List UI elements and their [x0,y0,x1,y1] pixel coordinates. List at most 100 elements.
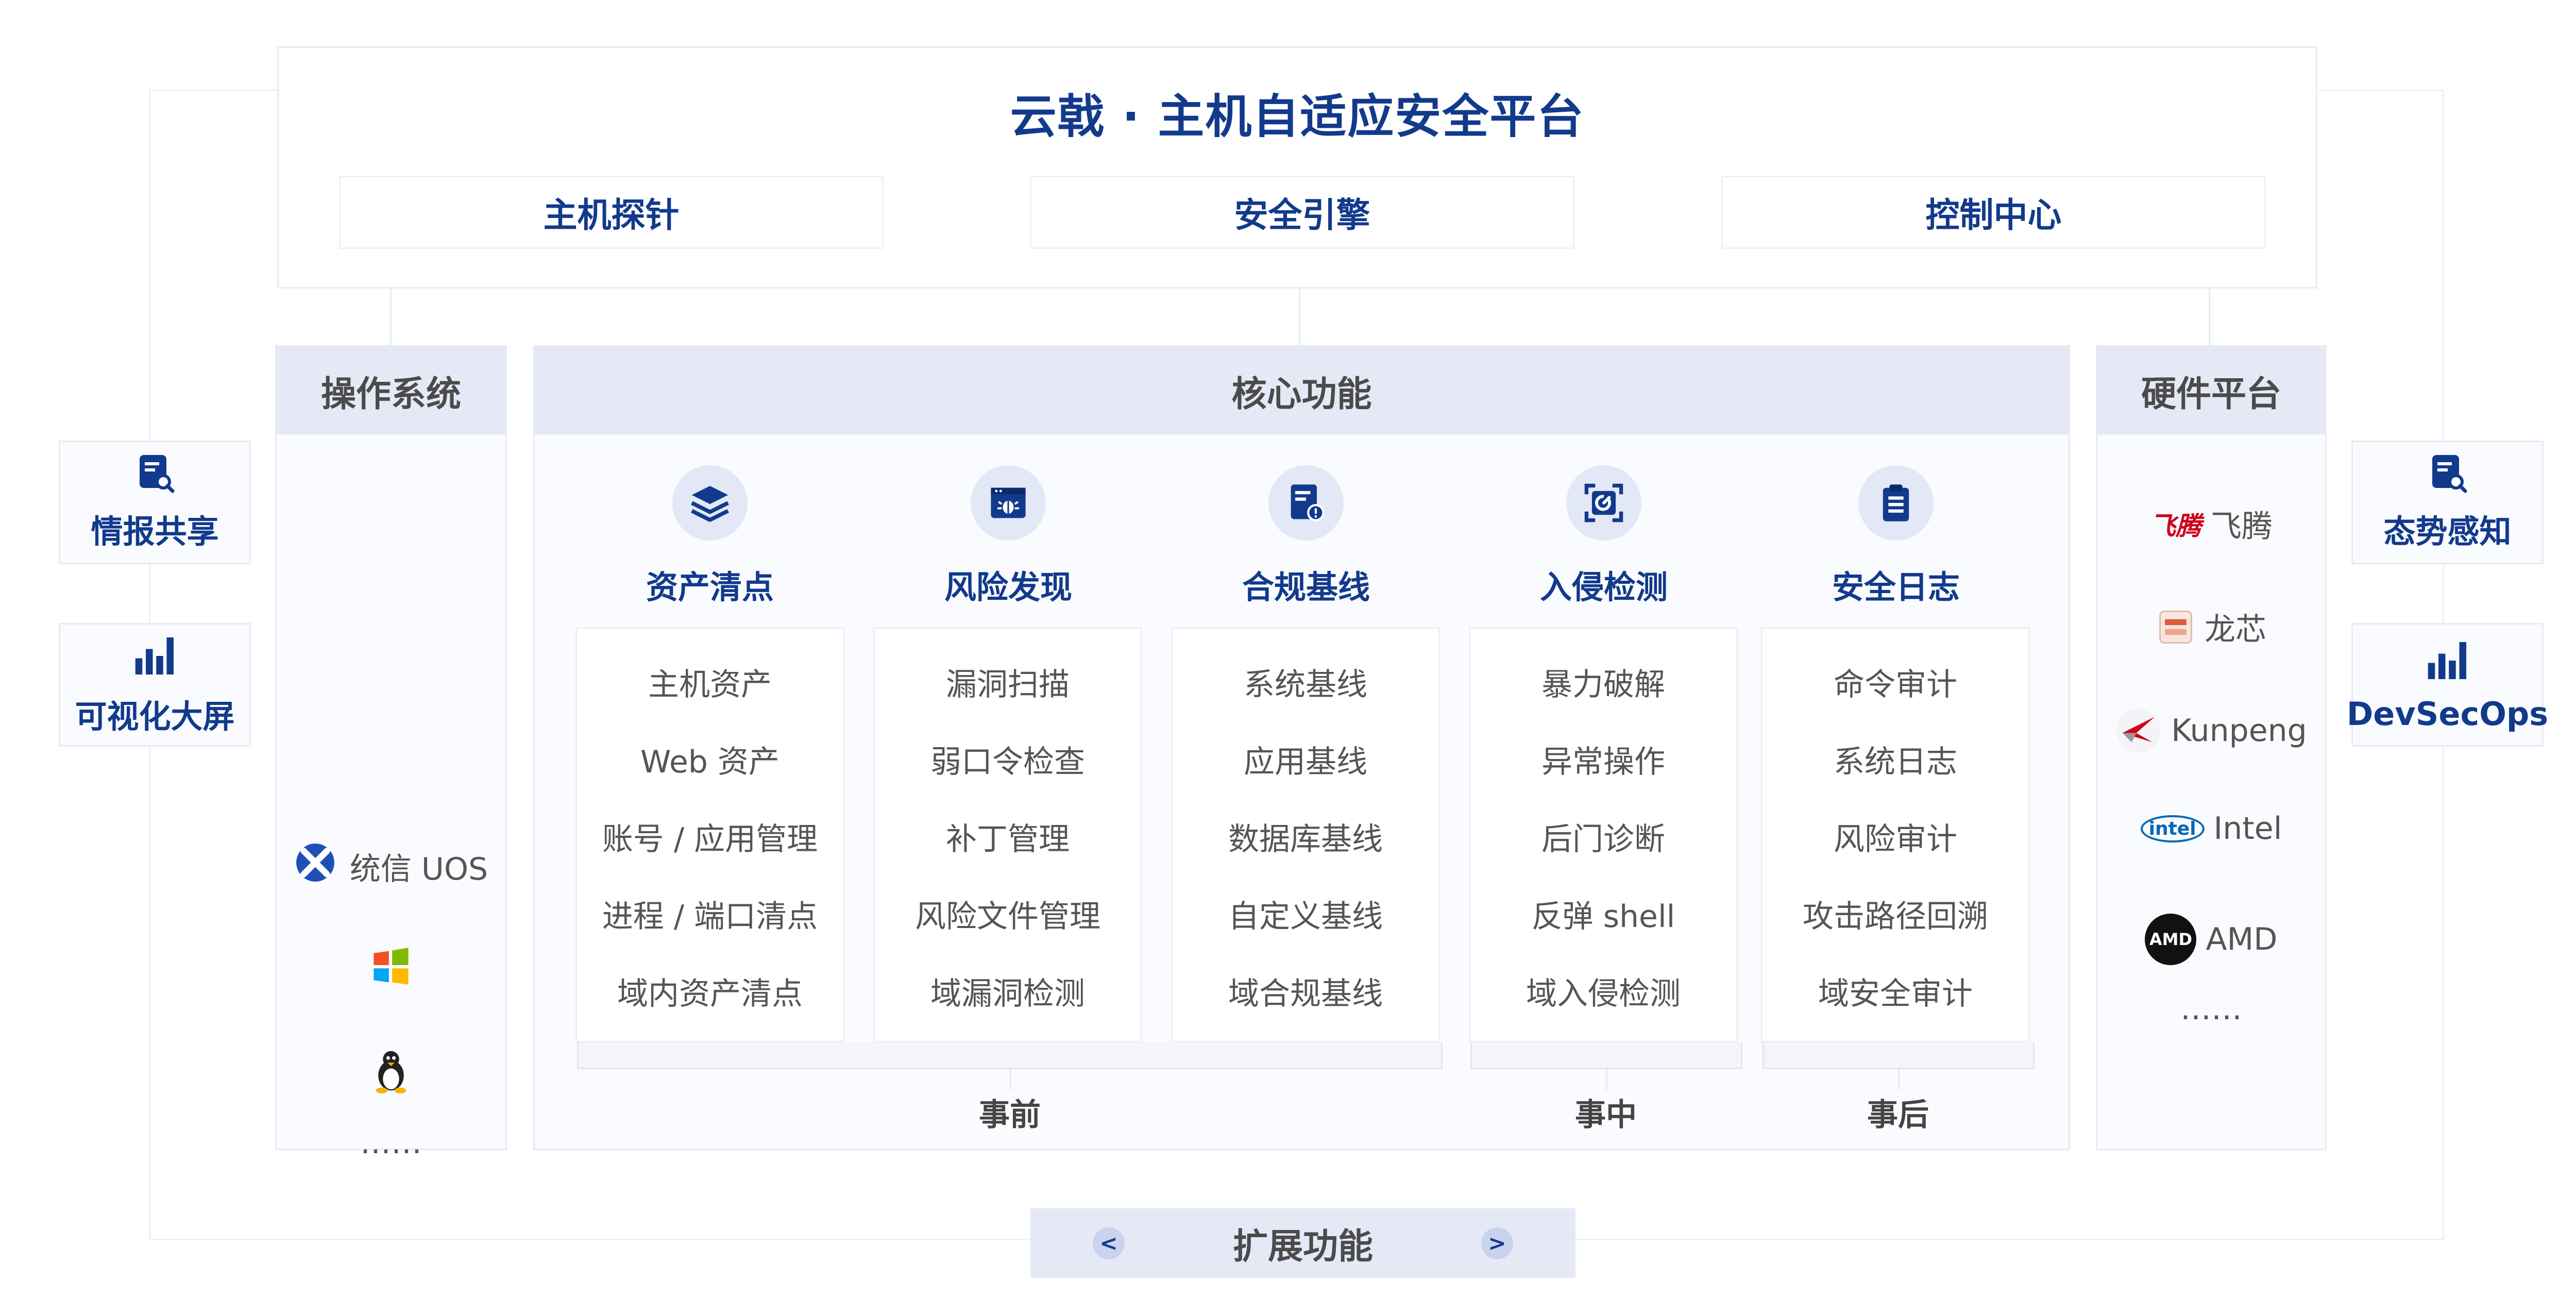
feature-item: 异常操作 [1541,744,1665,780]
feature-title: 入侵检测 [1539,568,1668,606]
feature-asset-inventory: 资产清点 [576,465,844,620]
amd-logo-icon: AMD [2145,914,2197,965]
side-visual-screen: 可视化大屏 [59,623,251,747]
side-situation-awareness: 态势感知 [2351,441,2544,564]
side-label: 情报共享 [91,513,219,550]
report-search-icon [2427,453,2468,496]
module-security-engine: 安全引擎 [1030,176,1574,249]
platform-panel: 云戟 · 主机自适应安全平台 主机探针 安全引擎 控制中心 [277,46,2317,289]
feature-item: 域安全审计 [1818,976,1973,1012]
os-more: …… [360,1125,422,1161]
expand-label: 扩展功能 [1232,1226,1373,1267]
phase-label-during: 事中 [1575,1097,1637,1133]
compliance-doc-icon [1268,465,1344,541]
windows-logo-icon [369,945,413,996]
hardware-item-kunpeng: Kunpeng [2097,707,2325,754]
feature-item: 主机资产 [648,667,772,703]
os-item-uos: 统信 UOS [277,841,505,891]
bug-window-icon [971,465,1046,541]
intel-logo-icon: intel [2140,815,2205,842]
side-label: DevSecOps [2346,695,2549,733]
side-label: 态势感知 [2383,513,2512,550]
side-intel-sharing: 情报共享 [59,441,251,564]
kunpeng-logo-icon [2115,707,2162,754]
feature-title: 合规基线 [1242,568,1370,606]
feature-card-intrusion: 暴力破解 异常操作 后门诊断 反弹 shell 域入侵检测 [1469,627,1738,1042]
phase-bracket-before [577,1042,1443,1069]
phase-label-before: 事前 [979,1097,1041,1133]
hardware-more: …… [2180,991,2242,1027]
feature-item: 应用基线 [1244,744,1367,780]
layers-icon [672,465,748,541]
os-header: 操作系统 [277,347,505,434]
phase-tick-during [1606,1069,1607,1090]
feature-card-compliance: 系统基线 应用基线 数据库基线 自定义基线 域合规基线 [1171,627,1440,1042]
hardware-item-phytium: 飞腾 飞腾 [2097,501,2325,546]
side-devsecops: DevSecOps [2347,623,2548,747]
report-search-icon [134,453,176,496]
feature-item: 域合规基线 [1228,976,1383,1012]
feature-item: 攻击路径回溯 [1803,899,1988,935]
feature-item: 命令审计 [1834,667,1957,703]
os-item-windows [277,945,505,996]
connector-hardware [2209,289,2210,345]
hardware-label: AMD [2206,921,2278,957]
intrusion-scan-icon [1566,465,1641,541]
feature-item: 风险审计 [1834,821,1957,857]
hardware-panel: 硬件平台 飞腾 飞腾 龙芯 Kunpeng intel Intel AMD AM… [2096,345,2327,1150]
module-control-center: 控制中心 [1721,176,2266,249]
feature-intrusion-detection: 入侵检测 [1470,465,1738,620]
feature-card-asset: 主机资产 Web 资产 账号 / 应用管理 进程 / 端口清点 域内资产清点 [575,627,844,1042]
phase-bracket-after [1762,1042,2035,1069]
next-button[interactable]: > [1481,1227,1513,1259]
uos-logo-icon [294,841,336,891]
core-header: 核心功能 [535,347,2069,434]
os-item-linux [277,1048,505,1102]
feature-item: 域入侵检测 [1526,976,1681,1012]
os-label: 统信 UOS [349,851,488,887]
feature-item: 数据库基线 [1228,821,1383,857]
connector-os [390,289,392,345]
connector-core [1299,289,1300,345]
hardware-label: 飞腾 [2211,509,2273,545]
hardware-header: 硬件平台 [2097,347,2325,434]
feature-item: 补丁管理 [946,821,1070,857]
prev-button[interactable]: < [1092,1227,1125,1259]
phytium-logo-icon: 飞腾 [2150,511,2201,541]
bar-chart-icon [132,633,178,681]
feature-item: 系统基线 [1244,667,1367,703]
hardware-label: Kunpeng [2171,713,2307,749]
feature-compliance-baseline: 合规基线 [1172,465,1440,620]
clipboard-icon [1858,465,1934,541]
feature-card-risk: 漏洞扫描 弱口令检查 补丁管理 风险文件管理 域漏洞检测 [873,627,1142,1042]
module-host-probe: 主机探针 [339,176,884,249]
hardware-item-intel: intel Intel [2097,811,2325,847]
feature-risk-discovery: 风险发现 [874,465,1142,620]
feature-title: 资产清点 [646,568,774,606]
feature-card-log: 命令审计 系统日志 风险审计 攻击路径回溯 域安全审计 [1761,627,2030,1042]
feature-title: 风险发现 [944,568,1072,606]
phase-tick-before [1010,1069,1011,1090]
feature-item: 域内资产清点 [617,976,803,1012]
expand-bar: < 扩展功能 > [1030,1208,1575,1278]
feature-title: 安全日志 [1832,568,1960,606]
loongson-chip-icon [2156,608,2195,647]
side-label: 可视化大屏 [75,698,235,735]
feature-item: 漏洞扫描 [946,667,1070,703]
feature-item: 暴力破解 [1541,667,1665,703]
hardware-item-amd: AMD AMD [2097,914,2325,965]
hardware-label: 龙芯 [2205,612,2266,648]
linux-tux-icon [368,1048,414,1102]
feature-item: 域漏洞检测 [930,976,1085,1012]
feature-security-log: 安全日志 [1762,465,2030,620]
phase-tick-after [1898,1069,1900,1090]
feature-item: Web 资产 [640,744,779,780]
os-panel: 操作系统 统信 UOS …… [275,345,507,1161]
feature-item: 风险文件管理 [915,899,1100,935]
feature-item: 自定义基线 [1228,899,1383,935]
hardware-label: Intel [2213,811,2282,847]
hardware-item-loongson: 龙芯 [2097,604,2325,649]
feature-item: 后门诊断 [1541,821,1665,857]
phase-label-after: 事后 [1867,1097,1929,1133]
feature-item: 系统日志 [1834,744,1957,780]
